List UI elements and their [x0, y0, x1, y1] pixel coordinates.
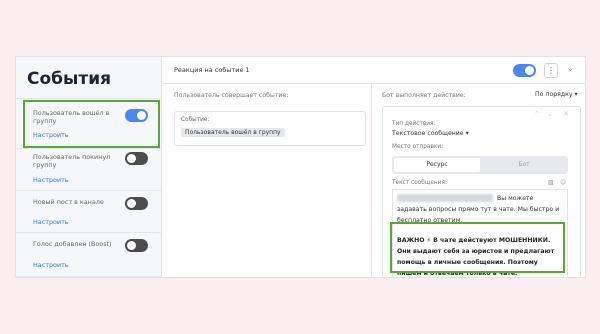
send-option-resource[interactable]: Ресурс	[394, 158, 480, 172]
event-field-label: Событие:	[181, 117, 210, 123]
image-icon[interactable]: ▨	[548, 179, 554, 186]
move-up-icon[interactable]: ⌃	[534, 110, 540, 118]
more-menu-icon[interactable]: ⋮	[544, 63, 558, 78]
trigger-heading: Пользователь совершает событие:	[174, 92, 289, 99]
configure-link[interactable]: Настроить	[33, 176, 69, 184]
emoji-icon[interactable]: ☺	[560, 179, 566, 186]
highlight-warning-text	[390, 222, 565, 273]
events-sidebar: События Пользователь вошёл в группу Наст…	[16, 57, 162, 277]
configure-link[interactable]: Настроить	[33, 218, 69, 226]
sidebar-title: События	[27, 69, 112, 89]
event-item-boost[interactable]: Голос добавлен (Boost) Настроить	[16, 234, 162, 274]
trigger-card[interactable]: Событие: Пользователь вошёл в группу	[174, 111, 366, 146]
event-item-new-post[interactable]: Новый пост в канале Настроить	[16, 192, 162, 230]
event-label: Голос добавлен (Boost)	[33, 240, 112, 248]
event-chip[interactable]: Пользователь вошёл в группу	[181, 128, 285, 137]
highlight-first-event	[23, 100, 160, 148]
event-label: Новый пост в канале	[33, 198, 104, 206]
move-down-icon[interactable]: ⌄	[547, 110, 553, 118]
send-place-label: Место отправки:	[392, 144, 444, 150]
configure-link[interactable]: Настроить	[33, 261, 69, 269]
event-label: Пользователь покинул группу	[33, 153, 111, 169]
trigger-column: Пользователь совершает событие: Событие:…	[167, 84, 372, 277]
reaction-title: Реакция на событие 1	[174, 66, 250, 74]
message-label: Текст сообщения:	[392, 180, 447, 186]
event-toggle[interactable]	[125, 197, 148, 210]
divider	[16, 148, 162, 149]
divider	[16, 232, 162, 233]
send-option-bot[interactable]: Бот	[482, 158, 566, 172]
divider	[16, 190, 162, 191]
action-type-label: Тип действия:	[392, 121, 436, 127]
chevron-down-icon[interactable]: ⌄	[567, 64, 574, 73]
divider	[16, 98, 162, 99]
event-toggle[interactable]	[125, 239, 148, 252]
action-type-select[interactable]: Текстовое сообщение ▾	[392, 130, 469, 137]
reaction-toggle[interactable]	[513, 64, 536, 77]
event-toggle[interactable]	[125, 152, 148, 165]
sort-dropdown[interactable]: По порядку ▾	[535, 91, 578, 98]
divider	[16, 276, 162, 277]
action-heading: Бот выполняет действие:	[382, 92, 466, 99]
reaction-header: Реакция на событие 1 ⋮ ⌄	[162, 57, 585, 84]
event-item-user-left[interactable]: Пользователь покинул группу Настроить	[16, 150, 162, 188]
close-icon[interactable]: ✕	[563, 110, 569, 118]
send-place-switch: Ресурс Бот	[392, 156, 568, 174]
